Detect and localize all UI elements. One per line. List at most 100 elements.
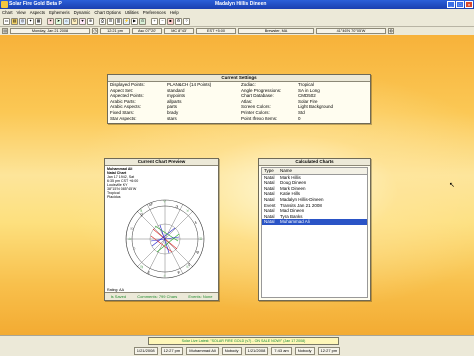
current-time: 12:21 pm bbox=[100, 28, 130, 34]
animate-icon[interactable]: ▶ bbox=[131, 17, 138, 25]
svg-text:♍: ♍ bbox=[140, 265, 143, 269]
chart-preview-panel: Current Chart Preview Muhammad Ali Natal… bbox=[104, 158, 219, 301]
event-icon[interactable]: ✦ bbox=[27, 17, 34, 25]
svg-text:♎: ♎ bbox=[128, 237, 131, 241]
chart-preview-body[interactable]: Muhammad Ali Natal Chart Jan 17 1942, Sa… bbox=[105, 166, 218, 293]
menu-utilities[interactable]: Utilities bbox=[123, 10, 141, 15]
col-name-header[interactable]: Name bbox=[278, 168, 367, 174]
globe-icon[interactable]: ◍ bbox=[388, 28, 394, 34]
solar-arc-icon[interactable]: ☼ bbox=[63, 17, 70, 25]
svg-text:♌: ♌ bbox=[163, 274, 166, 278]
comments-status: Comments: 799 Chars bbox=[137, 294, 178, 299]
menu-ephemeris[interactable]: Ephemeris bbox=[47, 10, 72, 15]
zoom-in-icon[interactable]: + bbox=[151, 17, 158, 25]
window-controls: _ □ × bbox=[447, 1, 473, 8]
preview-title: Current Chart Preview bbox=[105, 159, 218, 166]
title-bar: Solar Fire Gold Beta P Madalyn Hillis Di… bbox=[0, 0, 474, 9]
app-sun-icon bbox=[1, 1, 8, 8]
report-icon[interactable]: ☰ bbox=[107, 17, 114, 25]
svg-text:♂: ♂ bbox=[149, 202, 153, 207]
setting-value: stars bbox=[167, 115, 177, 121]
composite-icon[interactable]: ⊕ bbox=[87, 17, 94, 25]
status-time-3[interactable]: 12:27 pm bbox=[317, 346, 341, 355]
calendar-icon[interactable]: ▤ bbox=[2, 28, 8, 34]
status-items: 1/21/2008 12:27 pm Muhammad Ali Nobody 1… bbox=[0, 346, 474, 355]
toolbar-separator bbox=[147, 18, 150, 25]
svg-text:♉: ♉ bbox=[186, 209, 189, 213]
app-title: Solar Fire Gold Beta P bbox=[9, 1, 62, 7]
svg-text:♇: ♇ bbox=[147, 270, 151, 275]
calc-name: Muhammad Ali bbox=[280, 219, 310, 225]
current-date: Monday, Jan 21 2008 bbox=[10, 28, 90, 34]
location: Brewster, MA bbox=[238, 28, 314, 34]
menu-preferences[interactable]: Preferences bbox=[141, 10, 168, 15]
natal-wheel: ☉☽ ♂ ♃ ♄♅ ♆♇ ♀☿ ♈♉ ♊♋ ♌♍ ♎♏ bbox=[125, 199, 205, 279]
new-chart-icon[interactable]: ▭ bbox=[3, 17, 10, 25]
svg-text:♄: ♄ bbox=[194, 220, 198, 225]
wheel-icon[interactable]: ◎ bbox=[19, 17, 26, 25]
menu-chart[interactable]: Chart bbox=[0, 10, 15, 15]
toolbar: ▭ ▤ ◎ ✦ ▦ ✶ ➤ ☼ ↻ ♥ ⊕ ⎙ ☰ ▥ ⚡ ▶ ⊙ + − ■ … bbox=[0, 16, 474, 27]
mouse-cursor-icon: ↖ bbox=[449, 182, 455, 189]
dynamic-icon[interactable]: ⚡ bbox=[123, 17, 130, 25]
progressions-icon[interactable]: ➤ bbox=[55, 17, 62, 25]
calc-rows: Natal Mark Hillis Natal Doug Dineen Natal Mar… bbox=[262, 175, 367, 225]
color-icon[interactable]: ■ bbox=[167, 17, 174, 25]
setting-value: 0 bbox=[298, 115, 301, 121]
calculated-charts-panel: Calculated Charts Type Name Natal Mark Hi… bbox=[258, 158, 371, 301]
settings-title: Current Settings bbox=[108, 75, 370, 82]
calc-type: Natal bbox=[264, 219, 275, 225]
clock-icon[interactable]: ◷ bbox=[92, 28, 98, 34]
svg-text:♏: ♏ bbox=[140, 209, 144, 213]
svg-text:♈: ♈ bbox=[163, 200, 166, 204]
status-chart-3[interactable]: Nobody bbox=[294, 346, 315, 355]
menu-chart-options[interactable]: Chart Options bbox=[92, 10, 123, 15]
svg-text:♅: ♅ bbox=[196, 250, 200, 255]
menu-view[interactable]: View bbox=[15, 10, 28, 15]
grid-icon[interactable]: ▦ bbox=[35, 17, 42, 25]
saved-status: Is Saved bbox=[110, 294, 127, 299]
col-type-header[interactable]: Type bbox=[262, 168, 278, 174]
print-icon[interactable]: ⎙ bbox=[99, 17, 106, 25]
calc-table-header: Type Name bbox=[262, 168, 367, 175]
status-chart-2[interactable]: Nobody bbox=[221, 346, 242, 355]
ephemeris-icon[interactable]: ▥ bbox=[115, 17, 122, 25]
synastry-icon[interactable]: ♥ bbox=[79, 17, 86, 25]
status-date-2[interactable]: 1/21/2008 bbox=[244, 346, 269, 355]
status-time-1[interactable]: 12:27 pm bbox=[160, 346, 184, 355]
svg-text:♋: ♋ bbox=[186, 265, 189, 269]
transit-icon[interactable]: ✶ bbox=[47, 17, 54, 25]
settings-row: Star Aspects: stars Point Ifrexo Items: 0 bbox=[108, 116, 370, 122]
toolbar-separator bbox=[43, 18, 46, 25]
returns-icon[interactable]: ↻ bbox=[71, 17, 78, 25]
status-chart-1[interactable]: Muhammad Ali bbox=[186, 346, 219, 355]
calc-row[interactable]: Natal Muhammad Ali bbox=[262, 219, 367, 225]
status-time-2[interactable]: 7:43 am bbox=[271, 346, 292, 355]
current-settings-panel: Current Settings Displayed Points: PLAN&C… bbox=[107, 74, 371, 124]
setting-key: Point Ifrexo Items: bbox=[241, 115, 278, 121]
menu-help[interactable]: Help bbox=[168, 10, 181, 15]
setting-key: Star Aspects: bbox=[110, 115, 137, 121]
status-date-1[interactable]: 1/21/2008 bbox=[133, 346, 158, 355]
atlas-icon[interactable]: ⊙ bbox=[139, 17, 146, 25]
svg-text:♃: ♃ bbox=[175, 204, 179, 209]
open-icon[interactable]: ▤ bbox=[11, 17, 18, 25]
news-ticker[interactable]: Solar Live Latest: "SOLAR FIRE GOLD (v7)… bbox=[148, 337, 339, 345]
window-center-title: Madalyn Hillis Dineen bbox=[215, 1, 267, 7]
ascendant: Asc 07°20' bbox=[132, 28, 162, 34]
calc-title: Calculated Charts bbox=[259, 159, 370, 166]
svg-text:☽: ☽ bbox=[132, 246, 136, 251]
close-button[interactable]: × bbox=[465, 1, 473, 8]
preview-footer: Is Saved Comments: 799 Chars Events: Non… bbox=[105, 292, 218, 300]
events-status: Events: None bbox=[188, 294, 213, 299]
maximize-button[interactable]: □ bbox=[456, 1, 464, 8]
minimize-button[interactable]: _ bbox=[447, 1, 455, 8]
zoom-out-icon[interactable]: − bbox=[159, 17, 166, 25]
svg-text:♆: ♆ bbox=[177, 270, 181, 275]
status-bar: Solar Live Latest: "SOLAR FIRE GOLD (v7)… bbox=[0, 335, 474, 356]
help-icon[interactable]: ? bbox=[183, 17, 190, 25]
menu-aspects[interactable]: Aspects bbox=[28, 10, 47, 15]
coordinates: 41°46'N 70°05'W bbox=[316, 28, 386, 34]
menu-dynamic[interactable]: Dynamic bbox=[72, 10, 93, 15]
settings-icon[interactable]: ⚙ bbox=[175, 17, 182, 25]
